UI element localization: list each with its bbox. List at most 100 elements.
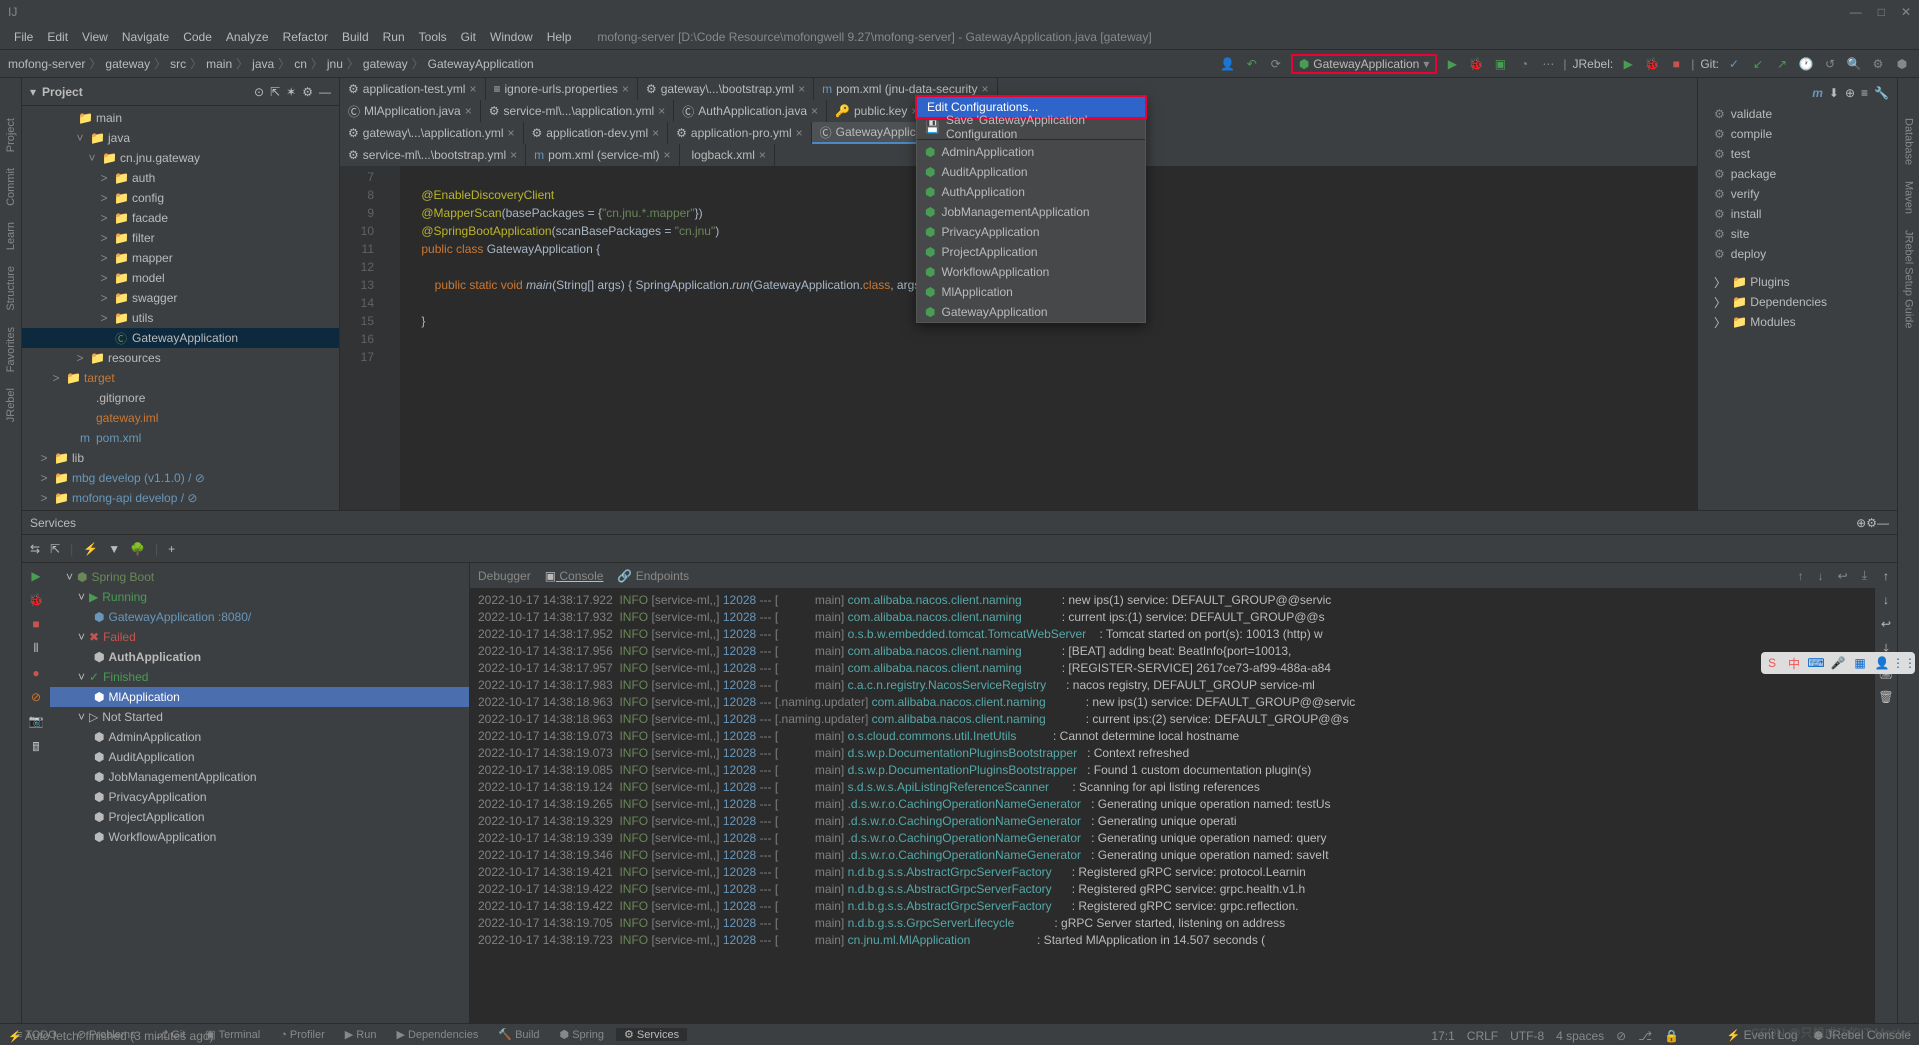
maven-node[interactable]: 〉📁 Dependencies bbox=[1702, 292, 1893, 312]
close-tab-icon[interactable]: × bbox=[796, 126, 803, 140]
svc-node[interactable]: ⬢AuthApplication bbox=[50, 647, 469, 667]
services-gear-icon[interactable]: ⚙ bbox=[1866, 516, 1877, 530]
menu-git[interactable]: Git bbox=[455, 28, 482, 46]
tree-node[interactable]: >📁swagger bbox=[22, 288, 339, 308]
tree-node[interactable]: ⒸGatewayApplication bbox=[22, 328, 339, 348]
run-dd-item[interactable]: ⬢AuthApplication bbox=[917, 182, 1145, 202]
floating-ime-palette[interactable]: S中⌨🎤▦👤⋮⋮ bbox=[1761, 652, 1915, 674]
svc-debug-icon[interactable]: 🐞 bbox=[29, 593, 44, 607]
maven-goal[interactable]: ⚙site bbox=[1702, 224, 1893, 244]
services-add-icon[interactable]: ⊕ bbox=[1856, 516, 1866, 530]
jrebel-icon[interactable]: ⬢ bbox=[1893, 55, 1911, 73]
menu-analyze[interactable]: Analyze bbox=[220, 28, 275, 46]
close-tab-icon[interactable]: × bbox=[469, 82, 476, 96]
con-scroll-icon[interactable]: ⤓ bbox=[1862, 568, 1867, 583]
con-up-icon[interactable]: ↑ bbox=[1798, 569, 1804, 583]
tree-node[interactable]: >📁filter bbox=[22, 228, 339, 248]
svc-camera-icon[interactable]: 📷 bbox=[29, 714, 44, 728]
menu-build[interactable]: Build bbox=[336, 28, 375, 46]
run-config-dropdown[interactable]: Edit Configurations...💾Save 'GatewayAppl… bbox=[916, 96, 1146, 323]
tree-node[interactable]: >📁target bbox=[22, 368, 339, 388]
tab-endpoints[interactable]: 🔗 Endpoints bbox=[617, 569, 689, 583]
close-icon[interactable]: ✕ bbox=[1901, 5, 1911, 19]
tool-structure[interactable]: Structure bbox=[5, 266, 17, 311]
hide-icon[interactable]: — bbox=[319, 85, 331, 99]
svc-node[interactable]: ˅✓Finished bbox=[50, 667, 469, 687]
svc-mute-icon[interactable]: ⊘ bbox=[31, 690, 41, 704]
crumb[interactable]: cn bbox=[294, 57, 307, 71]
download-icon[interactable]: ⬇ bbox=[1829, 86, 1839, 100]
bottom-tab[interactable]: ⚙ Services bbox=[616, 1028, 687, 1041]
menu-navigate[interactable]: Navigate bbox=[116, 28, 175, 46]
maven-node[interactable]: 〉📁 Plugins bbox=[1702, 272, 1893, 292]
tab-debugger[interactable]: Debugger bbox=[478, 569, 531, 583]
menu-tools[interactable]: Tools bbox=[413, 28, 453, 46]
maven-goal[interactable]: ⚙compile bbox=[1702, 124, 1893, 144]
close-tab-icon[interactable]: × bbox=[759, 148, 766, 162]
editor-tab[interactable]: ≡ignore-urls.properties× bbox=[486, 78, 638, 100]
editor-tab[interactable]: ⚙gateway\...\application.yml× bbox=[340, 122, 524, 144]
editor-tab[interactable]: logback.xml× bbox=[680, 144, 775, 166]
breadcrumb[interactable]: mofong-server〉gateway〉src〉main〉java〉cn〉j… bbox=[8, 55, 534, 72]
settings-icon[interactable]: ⚙ bbox=[1869, 55, 1887, 73]
tree-node[interactable]: >📁lib bbox=[22, 448, 339, 468]
close-tab-icon[interactable]: × bbox=[652, 126, 659, 140]
maven-goal[interactable]: ⚙validate bbox=[1702, 104, 1893, 124]
svc-red-dot-icon[interactable]: ● bbox=[32, 666, 39, 680]
run-dd-item[interactable]: ⬢AuditApplication bbox=[917, 162, 1145, 182]
svc-node[interactable]: ⬢WorkflowApplication bbox=[50, 827, 469, 847]
maven-goal[interactable]: ⚙deploy bbox=[1702, 244, 1893, 264]
console-tabs[interactable]: Debugger ▣ Console 🔗 Endpoints ↑ ↓ ↩ ⤓ bbox=[470, 563, 1875, 589]
editor-tab[interactable]: mpom.xml (service-ml)× bbox=[526, 144, 679, 166]
jrebel-debug-icon[interactable]: 🐞 bbox=[1643, 55, 1661, 73]
close-tab-icon[interactable]: × bbox=[658, 104, 665, 118]
maximize-icon[interactable]: □ bbox=[1878, 5, 1885, 19]
menu-code[interactable]: Code bbox=[177, 28, 218, 46]
run-dd-item[interactable]: ⬢AdminApplication bbox=[917, 142, 1145, 162]
menu-view[interactable]: View bbox=[76, 28, 114, 46]
maven-goal[interactable]: ⚙test bbox=[1702, 144, 1893, 164]
bottom-tab[interactable]: ◔ Profiler bbox=[272, 1028, 333, 1041]
bottom-tab[interactable]: ▶ Dependencies bbox=[388, 1028, 486, 1041]
run-dd-item[interactable]: ⬢WorkflowApplication bbox=[917, 262, 1145, 282]
user-icon[interactable]: 👤 bbox=[1219, 55, 1237, 73]
run-dd-item[interactable]: ⬢PrivacyApplication bbox=[917, 222, 1145, 242]
project-tree[interactable]: 📁main˅📁java˅📁cn.jnu.gateway>📁auth>📁confi… bbox=[22, 106, 339, 510]
expand-icon[interactable]: ⇱ bbox=[270, 85, 280, 99]
menu-run[interactable]: Run bbox=[377, 28, 411, 46]
plus-icon[interactable]: ⊕ bbox=[1845, 86, 1855, 100]
svc-calc-icon[interactable]: 🖩 bbox=[32, 738, 39, 759]
tree-node[interactable]: >📁resources bbox=[22, 348, 339, 368]
tab-console[interactable]: ▣ Console bbox=[545, 569, 604, 583]
close-tab-icon[interactable]: × bbox=[465, 104, 472, 118]
menu-refactor[interactable]: Refactor bbox=[277, 28, 334, 46]
crumb[interactable]: GatewayApplication bbox=[428, 57, 534, 71]
git-push-icon[interactable]: ↗ bbox=[1773, 55, 1791, 73]
con-clear-icon[interactable]: 🗑 bbox=[1878, 690, 1893, 704]
maven-goal[interactable]: ⚙verify bbox=[1702, 184, 1893, 204]
run-dd-item[interactable]: ⬢MlApplication bbox=[917, 282, 1145, 302]
tree-node[interactable]: .gitignore bbox=[22, 388, 339, 408]
wrench-icon[interactable]: 🔧 bbox=[1874, 86, 1889, 100]
svc-run-icon[interactable]: ▶ bbox=[31, 569, 40, 583]
svc-plus-icon[interactable]: + bbox=[168, 542, 175, 556]
svc-node[interactable]: ⬢AdminApplication bbox=[50, 727, 469, 747]
svc-node[interactable]: ˅▷Not Started bbox=[50, 707, 469, 727]
collapse-icon[interactable]: ✶ bbox=[286, 85, 296, 99]
tool-jrebel-setup-guide[interactable]: JRebel Setup Guide bbox=[1903, 230, 1915, 328]
bottom-tab[interactable]: ▶ Run bbox=[337, 1028, 385, 1041]
gutter[interactable]: 7891011121314151617 bbox=[340, 166, 380, 510]
tree-node[interactable]: >📁utils bbox=[22, 308, 339, 328]
menu-file[interactable]: File bbox=[8, 28, 39, 46]
bottom-tab[interactable]: 🔨 Build bbox=[490, 1028, 547, 1041]
tree-node[interactable]: >📁mofong-api develop / ⊘ bbox=[22, 488, 339, 508]
tool-favorites[interactable]: Favorites bbox=[5, 327, 17, 372]
run-icon[interactable]: ▶ bbox=[1443, 55, 1461, 73]
run-dd-item[interactable]: ⬢ProjectApplication bbox=[917, 242, 1145, 262]
svc-node[interactable]: ⬢JobManagementApplication bbox=[50, 767, 469, 787]
console-output[interactable]: 2022-10-17 14:38:17.922 INFO [service-ml… bbox=[470, 589, 1875, 1023]
svc-node[interactable]: ⬢MlApplication bbox=[50, 687, 469, 707]
svc-filter-icon[interactable]: ⚡ bbox=[83, 542, 98, 556]
minimize-icon[interactable]: — bbox=[1850, 5, 1862, 19]
svc-node[interactable]: ⬢PrivacyApplication bbox=[50, 787, 469, 807]
